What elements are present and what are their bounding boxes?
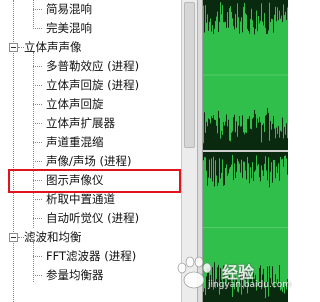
tree-connector	[33, 85, 42, 86]
tree-item-label: 自动听觉仪 (进程)	[46, 211, 140, 225]
tree-connector	[33, 104, 42, 105]
tree-item-label: 简易混响	[46, 2, 92, 16]
tree-item-label: 立体声扩展器	[46, 116, 115, 130]
tree-folder[interactable]: 立体声声像	[0, 38, 181, 57]
tree-connector	[33, 123, 42, 124]
tree-item[interactable]: 多普勒效应 (进程)	[0, 57, 181, 76]
watermark: 经验 jingyan.baidu.com	[168, 250, 292, 294]
tree-item-label: 参量均衡器	[46, 268, 104, 282]
tree-item-label: 立体声回旋 (进程)	[46, 78, 140, 92]
tree-connector	[33, 161, 42, 162]
tree-item-label: 立体声声像	[24, 40, 82, 54]
tree-item[interactable]: 立体声回旋 (进程)	[0, 76, 181, 95]
tree-item-label: FFT滤波器 (进程)	[46, 249, 137, 263]
tree-item[interactable]: 完美混响	[0, 19, 181, 38]
scrollbar-thumb[interactable]	[184, 2, 195, 148]
tree-item-label: 滤波和均衡	[24, 230, 82, 244]
tree-connector	[33, 66, 42, 67]
tree-item[interactable]: FFT滤波器 (进程)	[0, 247, 181, 266]
tree-item[interactable]: 简易混响	[0, 0, 181, 19]
tree-connector	[33, 9, 42, 10]
tree-folder[interactable]: 滤波和均衡	[0, 228, 181, 247]
tree-item-label: 立体声回旋	[46, 97, 104, 111]
collapse-toggle-icon[interactable]	[9, 43, 18, 52]
tree-connector	[33, 256, 42, 257]
tree-item-label: 声道重混缩	[46, 135, 104, 149]
tree-item[interactable]: 参量均衡器	[0, 266, 181, 285]
tree-item[interactable]: 声道重混缩	[0, 133, 181, 152]
tree-item[interactable]: 自动听觉仪 (进程)	[0, 209, 181, 228]
tree-connector	[33, 142, 42, 143]
tree-item-label: 完美混响	[46, 21, 92, 35]
tree-connector	[33, 28, 42, 29]
collapse-toggle-icon[interactable]	[9, 233, 18, 242]
effects-tree: 简易混响完美混响立体声声像多普勒效应 (进程) 立体声回旋 (进程) 立体声回旋立体…	[0, 0, 181, 302]
tree-connector	[33, 275, 42, 276]
watermark-url: jingyan.baidu.com	[208, 280, 292, 290]
tree-item-label: 多普勒效应 (进程)	[46, 59, 140, 73]
tree-item[interactable]: 立体声回旋	[0, 95, 181, 114]
tree-item[interactable]: 立体声扩展器	[0, 114, 181, 133]
tree-connector	[33, 218, 42, 219]
highlight-box	[8, 169, 181, 193]
tree-connector	[33, 199, 42, 200]
